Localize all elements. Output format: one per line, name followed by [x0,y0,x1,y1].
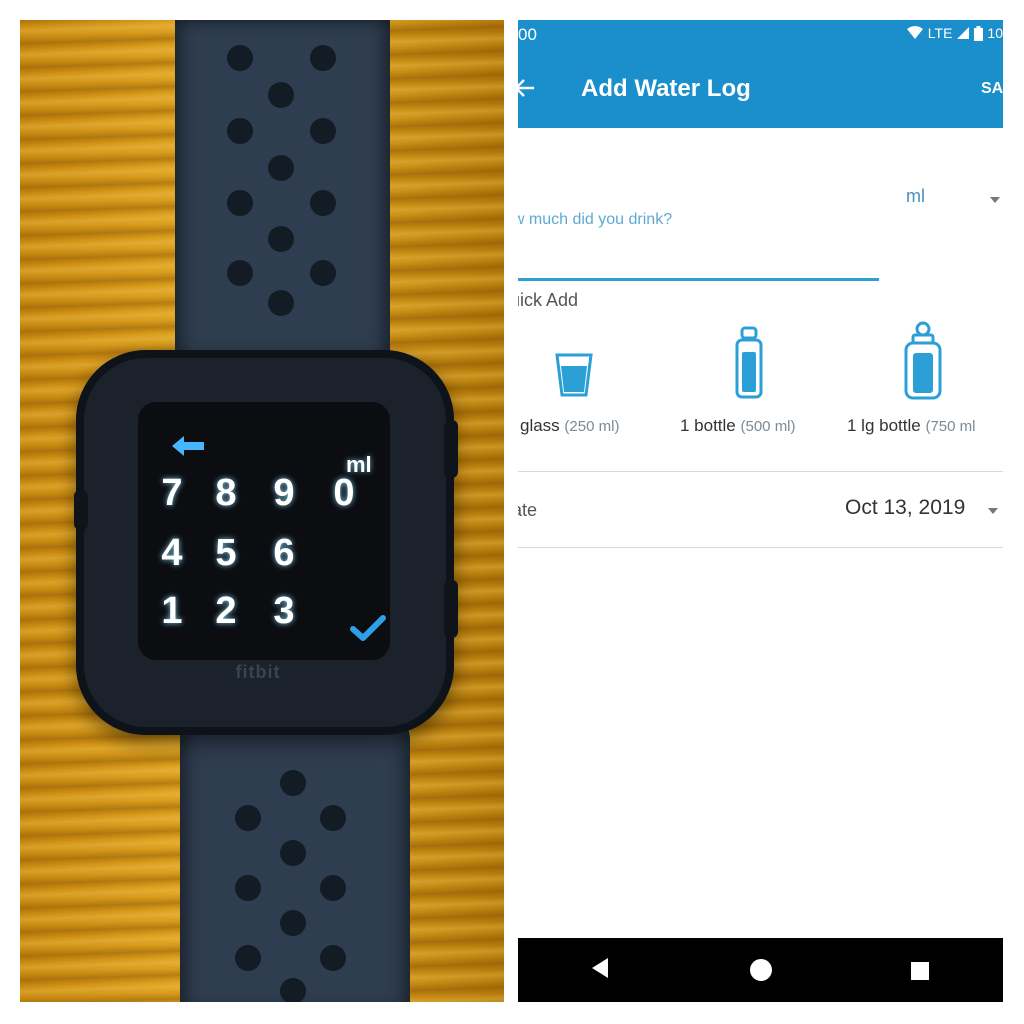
glass-icon [554,352,594,403]
nav-back-icon[interactable] [590,956,610,985]
quick-add-large-bottle[interactable]: 1 lg bottle (750 ml [845,316,1003,446]
status-icons: LTE 10 [906,25,1003,41]
amount-input[interactable] [518,188,879,281]
watch-checkmark-icon [350,614,386,647]
page-title: Add Water Log [581,75,751,102]
watch-bottom-right-button [444,580,458,638]
quick-add-heading: uick Add [518,290,579,310]
watch-key-7: 7 [161,472,183,514]
quick-add-bottle-amount: (500 ml) [740,418,796,435]
date-label: ate [518,500,538,520]
watch-key-1: 1 [161,590,183,632]
nav-recents-icon[interactable] [910,961,930,986]
divider [518,471,1003,472]
watch-brand-logo: fitbit [235,662,281,682]
save-button[interactable]: SA [981,80,1003,98]
quick-add-bottle-label: 1 bottle [680,416,736,435]
quick-add-glass-label: glass [520,416,560,435]
watch-key-3: 3 [273,590,295,632]
phone-screen: 00 LTE 10 Add Water Log SA ml uick Add g… [518,20,1003,1002]
quick-add-glass[interactable]: glass (250 ml) [518,316,658,446]
status-time: 00 [518,25,537,44]
watch-photo: ml 7 8 9 0 4 5 6 1 2 3 fitbit [20,20,504,1002]
back-arrow-icon[interactable] [518,78,534,103]
date-dropdown[interactable]: Oct 13, 2019 [845,496,1003,526]
battery-level: 10 [987,25,1003,41]
watch-left-button [74,490,88,530]
quick-add-bottle[interactable]: 1 bottle (500 ml) [678,316,823,446]
watch-key-6: 6 [273,532,295,574]
watch-key-9: 9 [273,472,295,514]
watch-key-4: 4 [161,532,183,574]
network-label: LTE [927,25,953,41]
wifi-icon [906,26,923,39]
watch-key-0: 0 [333,472,355,514]
large-bottle-icon [903,321,943,406]
quick-add-glass-amount: (250 ml) [564,418,620,435]
unit-dropdown[interactable]: ml [906,186,1003,216]
watch-key-2: 2 [215,590,237,632]
quick-add-large-bottle-label: 1 lg bottle [847,416,921,435]
system-nav-bar [518,938,1003,1002]
dropdown-caret-icon [988,508,998,514]
watch-strap-top [175,20,390,400]
watch-strap-bottom [180,710,410,1002]
app-bar: 00 LTE 10 Add Water Log SA [518,20,1003,128]
signal-icon [957,27,970,39]
watch-back-arrow-icon [170,434,206,463]
battery-icon [974,25,984,41]
date-value: Oct 13, 2019 [845,496,966,519]
dropdown-caret-icon [990,197,1000,203]
nav-home-icon[interactable] [748,957,774,988]
bottle-icon [734,326,764,405]
watch-key-5: 5 [215,532,237,574]
unit-dropdown-value: ml [906,186,925,206]
quick-add-large-bottle-amount: (750 ml [925,418,976,435]
divider [518,547,1003,548]
watch-key-8: 8 [215,472,237,514]
watch-top-right-button [444,420,458,478]
